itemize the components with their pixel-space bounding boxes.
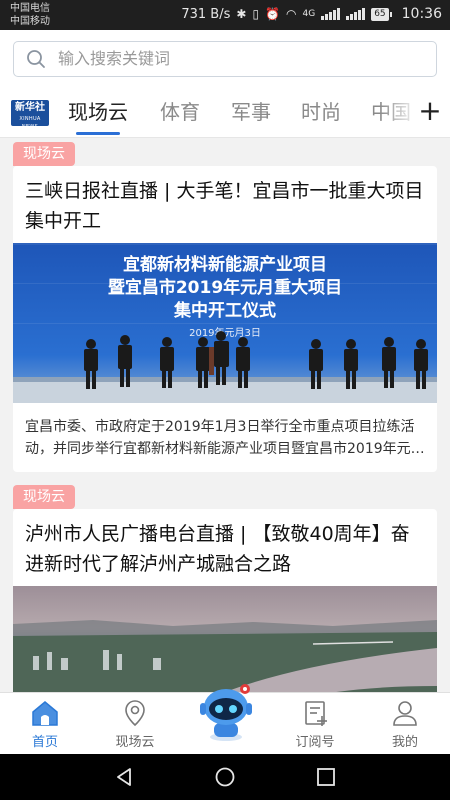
carrier-2: 中国移动 (10, 16, 50, 27)
logo-text: 新华社 (15, 102, 45, 113)
aerial-city-photo (13, 586, 437, 692)
status-bar: 中国电信 中国移动 731 B/s ✱ ▯ ⏰ ◠ 4G 65 10:36 (0, 0, 450, 30)
network-type: 4G (302, 9, 316, 19)
nav-home[interactable]: 首页 (0, 693, 90, 755)
carrier-1: 中国电信 (10, 3, 50, 14)
signal-icon (321, 8, 341, 20)
carrier-labels: 中国电信 中国移动 (10, 2, 50, 28)
active-tab-indicator (76, 132, 120, 135)
news-card[interactable]: 三峡日报社直播 | 大手笔！宜昌市一批重大项目集中开工 宜都新材料新能源产业项目 (13, 166, 437, 472)
back-icon[interactable] (113, 766, 135, 788)
network-speed: 731 B/s (181, 6, 231, 22)
home-system-icon[interactable] (214, 766, 236, 788)
news-feed[interactable]: 现场云 三峡日报社直播 | 大手笔！宜昌市一批重大项目集中开工 宜都新材料新能源… (0, 138, 450, 692)
tab-xianchangyun[interactable]: 现场云 (68, 98, 128, 126)
status-indicators: 731 B/s ✱ ▯ ⏰ ◠ 4G 65 10:36 (181, 6, 442, 22)
card-summary: 宜昌市委、市政府定于2019年1月3日举行全市重点项目拉练活动，并同步举行宜都新… (25, 419, 425, 457)
battery-icon: 65 (371, 7, 392, 21)
card-title: 泸州市人民广播电台直播 | 【致敬40周年】奋进新时代了解泸州产城融合之路 (25, 523, 410, 575)
subscribe-icon (305, 701, 327, 726)
system-navigation-bar (0, 754, 450, 800)
card-title: 三峡日报社直播 | 大手笔！宜昌市一批重大项目集中开工 (25, 180, 424, 232)
channel-tabs: 新华社 XINHUA NEWS 现场云 体育 军事 时尚 中国 + (0, 88, 450, 138)
search-bar (0, 30, 450, 88)
source-tag: 现场云 (13, 142, 75, 166)
add-channel-button[interactable]: + (418, 96, 442, 126)
home-icon (32, 701, 58, 726)
card-image[interactable]: 宜都新材料新能源产业项目 暨宜昌市2019年元月重大项目 集中开工仪式 2019… (13, 243, 437, 403)
nav-profile-label: 我的 (391, 735, 418, 750)
card-image[interactable] (13, 586, 437, 692)
logo-subtext: XINHUA NEWS (19, 116, 41, 130)
battery-level: 65 (371, 7, 389, 21)
banner-line-1: 宜都新材料新能源产业项目 (123, 254, 327, 275)
search-box[interactable] (13, 41, 437, 77)
banner-line-3: 集中开工仪式 (173, 300, 276, 321)
location-pin-icon (125, 700, 145, 727)
nav-subscribe-label: 订阅号 (295, 735, 335, 750)
bottom-navigation: 首页 现场云 订阅号 我的 (0, 684, 450, 755)
tab-military[interactable]: 军事 (231, 98, 271, 126)
tab-sports[interactable]: 体育 (160, 98, 200, 126)
tab-fashion[interactable]: 时尚 (301, 98, 341, 126)
news-card[interactable]: 泸州市人民广播电台直播 | 【致敬40周年】奋进新时代了解泸州产城融合之路 (13, 509, 437, 692)
alarm-icon: ⏰ (265, 7, 280, 21)
event-photo: 宜都新材料新能源产业项目 暨宜昌市2019年元月重大项目 集中开工仪式 2019… (13, 243, 437, 403)
nav-xianchangyun[interactable]: 现场云 (90, 693, 180, 755)
nav-robot-assistant[interactable] (180, 684, 270, 755)
signal-icon-2 (346, 8, 366, 20)
search-input[interactable] (58, 42, 418, 75)
source-tag: 现场云 (13, 485, 75, 509)
wifi-icon: ◠ (286, 7, 297, 21)
nav-profile[interactable]: 我的 (360, 693, 450, 755)
tabs-fade (380, 88, 420, 137)
nav-xianchangyun-label: 现场云 (115, 735, 155, 750)
clock: 10:36 (401, 6, 442, 22)
search-icon (27, 50, 45, 68)
xinhua-logo[interactable]: 新华社 XINHUA NEWS (11, 100, 49, 130)
bluetooth-icon: ✱ (236, 7, 247, 21)
robot-assistant-icon (200, 684, 252, 741)
recent-apps-icon[interactable] (315, 766, 337, 788)
nav-home-label: 首页 (31, 735, 58, 750)
profile-icon (393, 701, 417, 726)
vibrate-icon: ▯ (252, 7, 260, 21)
banner-line-2: 暨宜昌市2019年元月重大项目 (108, 277, 342, 298)
nav-subscribe[interactable]: 订阅号 (270, 693, 360, 755)
